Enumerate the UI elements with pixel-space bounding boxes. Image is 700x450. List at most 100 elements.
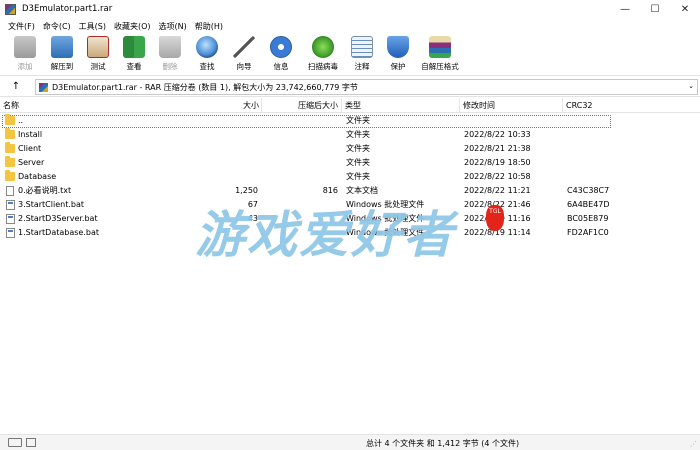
list-item[interactable]: Server 文件夹 2022/8/19 18:50 xyxy=(0,156,700,170)
sfx-label: 自解压格式 xyxy=(421,62,459,71)
file-crc32: BC05E879 xyxy=(567,214,609,223)
file-type: 文件夹 xyxy=(346,172,370,181)
add-archive-icon xyxy=(14,36,36,58)
file-name: Database xyxy=(18,172,57,181)
protect-button[interactable]: 保护 xyxy=(381,36,415,74)
file-name: Server xyxy=(18,158,45,167)
minimize-button[interactable]: — xyxy=(610,0,640,20)
find-button[interactable]: 查找 xyxy=(190,36,224,74)
view-button[interactable]: 查看 xyxy=(117,36,151,74)
menu-commands[interactable]: 命令(C) xyxy=(39,20,75,34)
path-dropdown-icon[interactable]: ⌄ xyxy=(688,82,694,90)
file-type: 文件夹 xyxy=(346,116,370,125)
list-item[interactable]: 3.StartClient.bat 67 Windows 批处理文件 2022/… xyxy=(0,198,700,212)
file-modified: 2022/8/19 18:50 xyxy=(464,158,531,167)
menu-tools[interactable]: 工具(S) xyxy=(75,20,110,34)
menu-options[interactable]: 选项(N) xyxy=(155,20,191,34)
watermark-badge: TGL xyxy=(486,205,504,231)
folder-icon xyxy=(5,114,15,125)
file-type: Windows 批处理文件 xyxy=(346,228,425,237)
path-text: D3Emulator.part1.rar - RAR 压缩分卷 (数目 1), … xyxy=(52,83,358,92)
file-modified: 2022/8/21 21:38 xyxy=(464,144,531,153)
column-headers: 名称 大小 压缩后大小 类型 修改时间 CRC32 xyxy=(0,98,700,113)
up-arrow-icon[interactable]: ↑ xyxy=(8,79,24,95)
file-modified: 2022/8/22 11:21 xyxy=(464,186,531,195)
batch-file-icon xyxy=(6,228,15,238)
add-button[interactable]: 添加 xyxy=(8,36,42,74)
test-label: 测试 xyxy=(90,62,106,71)
add-label: 添加 xyxy=(17,62,33,71)
file-modified: 2022/8/22 10:58 xyxy=(464,172,531,181)
key-icon[interactable] xyxy=(26,438,36,447)
info-button[interactable]: 信息 xyxy=(264,36,298,74)
view-label: 查看 xyxy=(126,62,142,71)
list-item[interactable]: 0.必看说明.txt 1,250 816 文本文档 2022/8/22 11:2… xyxy=(0,184,700,198)
wizard-button[interactable]: 向导 xyxy=(227,36,261,74)
column-modified[interactable]: 修改时间 xyxy=(460,98,563,113)
batch-file-icon xyxy=(6,214,15,224)
file-modified: 2022/8/22 10:33 xyxy=(464,130,531,139)
status-bar: 总计 4 个文件夹 和 1,412 字节 (4 个文件) ⋰ xyxy=(0,434,700,450)
rar-archive-icon xyxy=(39,83,48,92)
menu-file[interactable]: 文件(F) xyxy=(4,20,39,34)
menu-bar: 文件(F) 命令(C) 工具(S) 收藏夹(O) 选项(N) 帮助(H) xyxy=(0,20,700,34)
batch-file-icon xyxy=(6,200,15,210)
file-name: .. xyxy=(18,116,24,125)
comment-button[interactable]: 注释 xyxy=(345,36,379,74)
file-crc32: FD2AF1C0 xyxy=(567,228,609,237)
window-title: D3Emulator.part1.rar xyxy=(22,4,113,14)
file-size: 43 xyxy=(247,214,258,223)
file-name: 3.StartClient.bat xyxy=(18,200,84,209)
shield-icon xyxy=(387,36,409,58)
status-text: 总计 4 个文件夹 和 1,412 字节 (4 个文件) xyxy=(366,439,520,448)
file-name: Client xyxy=(18,144,42,153)
file-type: Windows 批处理文件 xyxy=(346,200,425,209)
find-label: 查找 xyxy=(199,62,215,71)
delete-button[interactable]: 删除 xyxy=(153,36,187,74)
magnifier-icon xyxy=(196,36,218,58)
folder-icon xyxy=(5,142,15,153)
virus-icon xyxy=(312,36,334,58)
list-item[interactable]: Client 文件夹 2022/8/21 21:38 xyxy=(0,142,700,156)
title-bar: D3Emulator.part1.rar — ☐ ✕ xyxy=(0,0,700,20)
file-type: 文件夹 xyxy=(346,144,370,153)
file-name: 0.必看说明.txt xyxy=(18,186,72,195)
file-name: Install xyxy=(18,130,43,139)
resize-grip-icon[interactable]: ⋰ xyxy=(690,440,697,448)
view-book-icon xyxy=(123,36,145,58)
protect-label: 保护 xyxy=(390,62,406,71)
close-button[interactable]: ✕ xyxy=(670,0,700,20)
file-size: 1,250 xyxy=(235,186,258,195)
list-item[interactable]: Database 文件夹 2022/8/22 10:58 xyxy=(0,170,700,184)
virus-scan-button[interactable]: 扫描病毒 xyxy=(306,36,340,74)
winrar-app-icon xyxy=(5,4,16,15)
extract-button[interactable]: 解压到 xyxy=(45,36,79,74)
sfx-archive-icon xyxy=(429,36,451,58)
text-file-icon xyxy=(6,186,14,196)
list-item[interactable]: 1.StartDatabase.bat Windows 批处理文件 2022/8… xyxy=(0,226,700,240)
address-bar: ↑ D3Emulator.part1.rar - RAR 压缩分卷 (数目 1)… xyxy=(0,77,700,97)
file-name: 1.StartDatabase.bat xyxy=(18,228,100,237)
menu-favorites[interactable]: 收藏夹(O) xyxy=(110,20,155,34)
drive-icon[interactable] xyxy=(8,438,22,447)
file-crc32: C43C38C7 xyxy=(567,186,610,195)
test-clipboard-icon xyxy=(87,36,109,58)
list-item[interactable]: Install 文件夹 2022/8/22 10:33 xyxy=(0,128,700,142)
magic-wand-icon xyxy=(233,36,255,58)
column-type[interactable]: 类型 xyxy=(342,98,460,113)
extract-folder-icon xyxy=(51,36,73,58)
column-crc32[interactable]: CRC32 xyxy=(563,98,633,113)
extract-label: 解压到 xyxy=(50,62,74,71)
file-list: .. 文件夹 Install 文件夹 2022/8/22 10:33 Clien… xyxy=(0,114,700,240)
test-button[interactable]: 测试 xyxy=(81,36,115,74)
menu-help[interactable]: 帮助(H) xyxy=(191,20,227,34)
comment-label: 注释 xyxy=(354,62,370,71)
sfx-button[interactable]: 自解压格式 xyxy=(420,36,460,74)
list-item[interactable]: 2.StartD3Server.bat 43 Windows 批处理文件 202… xyxy=(0,212,700,226)
file-size: 67 xyxy=(247,200,258,209)
path-field[interactable]: D3Emulator.part1.rar - RAR 压缩分卷 (数目 1), … xyxy=(35,79,698,95)
list-item-parent[interactable]: .. 文件夹 xyxy=(0,114,700,128)
column-packed-size[interactable]: 压缩后大小 xyxy=(262,98,342,113)
maximize-button[interactable]: ☐ xyxy=(640,0,670,20)
column-size[interactable]: 大小 xyxy=(194,98,262,113)
